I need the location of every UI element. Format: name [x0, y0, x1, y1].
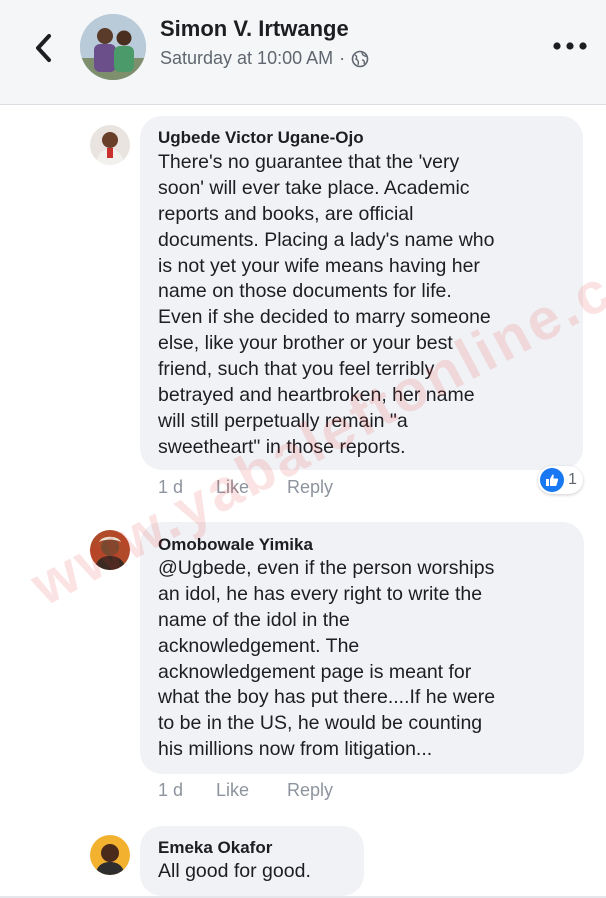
comment-line: is not yet your wife means having her: [158, 254, 480, 277]
comment-line: All good for good.: [158, 860, 311, 882]
commenter-photo: [90, 125, 130, 165]
post-timestamp[interactable]: Saturday at 10:00 AM: [160, 48, 333, 69]
comment-text: @Ugbede, even if the person worships an …: [158, 556, 495, 763]
comment-text: There's no guarantee that the 'very soon…: [158, 150, 495, 461]
comment-author[interactable]: Emeka Okafor: [158, 838, 272, 858]
comment-thread-page: Simon V. Irtwange Saturday at 10:00 AM ·: [0, 0, 606, 898]
comment-line: what the boy has put there....If he were: [158, 686, 496, 709]
comment-line: will still perpetually remain "a: [158, 409, 408, 432]
chevron-left-icon: [36, 34, 51, 62]
comment-line: Even if she decided to marry someone: [158, 306, 491, 329]
comment-line: acknowledgement page is meant for: [158, 660, 472, 683]
comment-line: an idol, he has every right to write the: [158, 582, 483, 605]
comment-time[interactable]: 1 d: [158, 477, 211, 498]
poster-avatar[interactable]: [80, 14, 146, 80]
comment-line: betrayed and heartbroken, her name: [158, 384, 475, 407]
like-button[interactable]: Like: [216, 477, 282, 498]
thumbs-up-icon: [540, 468, 564, 492]
comment-time[interactable]: 1 d: [158, 780, 211, 801]
comment-line: There's no guarantee that the 'very: [158, 151, 460, 173]
commenter-avatar[interactable]: [90, 530, 130, 570]
comment-line: his millions now from litigation...: [158, 738, 433, 761]
commenter-photo: [90, 530, 130, 570]
post-header: Simon V. Irtwange Saturday at 10:00 AM ·: [0, 0, 606, 105]
comment-line: @Ugbede, even if the person worships: [158, 557, 495, 579]
comment-line: name of the idol in the: [158, 608, 350, 631]
reply-button[interactable]: Reply: [287, 477, 333, 498]
more-options-button[interactable]: [550, 32, 590, 60]
reply-button[interactable]: Reply: [287, 780, 333, 801]
comment-author[interactable]: Ugbede Victor Ugane-Ojo: [158, 128, 364, 148]
reaction-badge[interactable]: 1: [538, 466, 583, 494]
comment-line: reports and books, are official: [158, 202, 414, 225]
comment-line: to be in the US, he would be counting: [158, 712, 483, 735]
comment-line: name on those documents for life.: [158, 280, 452, 303]
comment-actions: 1 d Like Reply: [158, 477, 333, 498]
globe-icon[interactable]: [351, 50, 369, 68]
comment-text: All good for good.: [158, 859, 311, 885]
commenter-avatar[interactable]: [90, 125, 130, 165]
commenter-photo: [90, 835, 130, 875]
more-horizontal-icon: [553, 42, 587, 50]
comment-line: sweetheart" in those reports.: [158, 435, 406, 458]
comment-line: documents. Placing a lady's name who: [158, 228, 495, 251]
back-button[interactable]: [26, 28, 60, 68]
comment-actions: 1 d Like Reply: [158, 780, 333, 801]
meta-separator: ·: [339, 48, 346, 68]
comment-author[interactable]: Omobowale Yimika: [158, 535, 313, 555]
comment-line: else, like your brother or your best: [158, 332, 453, 355]
post-meta: Saturday at 10:00 AM ·: [160, 48, 369, 69]
comment-line: soon' will ever take place. Academic: [158, 176, 470, 199]
comment-line: friend, such that you feel terribly: [158, 358, 435, 381]
commenter-avatar[interactable]: [90, 835, 130, 875]
reaction-count: 1: [568, 471, 577, 488]
like-button[interactable]: Like: [216, 780, 282, 801]
poster-photo: [80, 14, 146, 80]
poster-name[interactable]: Simon V. Irtwange: [160, 16, 349, 42]
comment-line: acknowledgement. The: [158, 634, 360, 657]
